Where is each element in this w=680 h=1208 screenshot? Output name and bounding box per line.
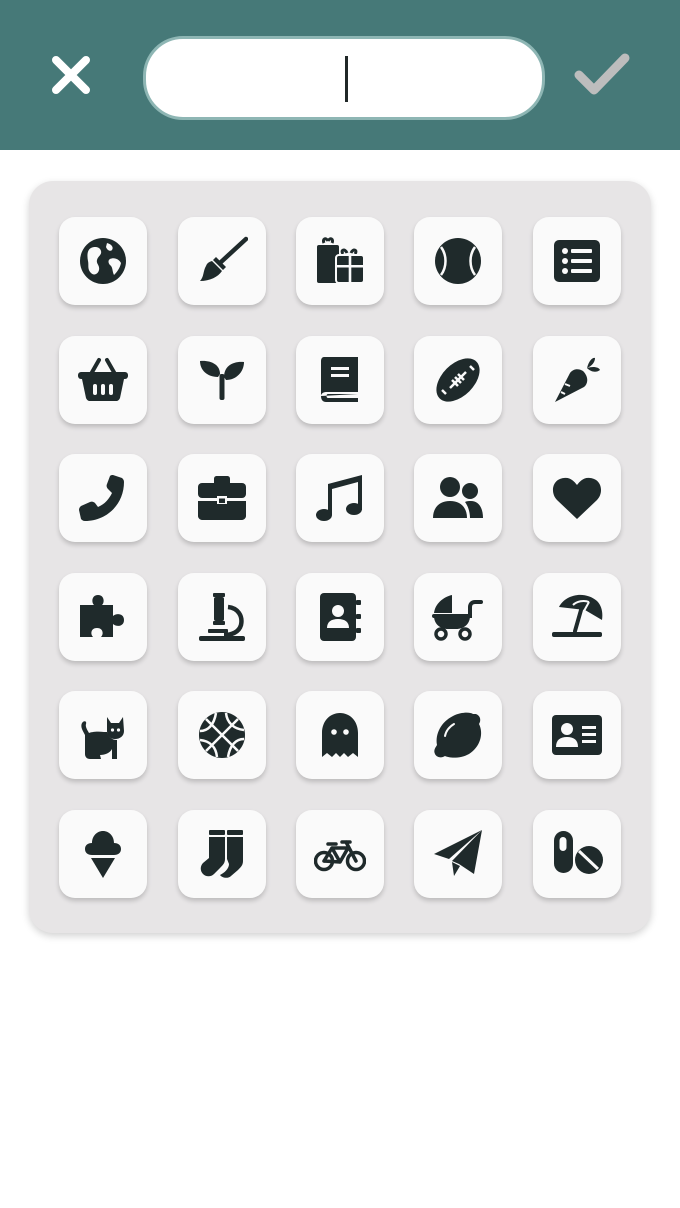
paintbrush-icon <box>200 236 248 281</box>
icon-option-socks[interactable] <box>178 810 266 898</box>
icon-option-beach-umbrella[interactable] <box>533 573 621 661</box>
text-caret <box>345 56 348 102</box>
carrot-icon <box>555 357 600 402</box>
basketball-icon <box>199 712 245 758</box>
icon-option-id-card[interactable] <box>533 691 621 779</box>
icon-option-list[interactable] <box>533 217 621 305</box>
top-bar <box>0 0 680 150</box>
icon-option-seedling[interactable] <box>178 336 266 424</box>
heart-icon <box>552 477 602 519</box>
lemon-icon <box>434 712 482 758</box>
close-icon <box>52 56 90 94</box>
ghost-icon <box>322 713 358 757</box>
basket-icon <box>78 358 128 401</box>
icon-option-puzzle[interactable] <box>59 573 147 661</box>
icon-option-book[interactable] <box>296 336 384 424</box>
icon-option-basketball[interactable] <box>178 691 266 779</box>
socks-icon <box>200 830 243 878</box>
icon-option-heart[interactable] <box>533 454 621 542</box>
icon-option-address-book[interactable] <box>296 573 384 661</box>
baby-carriage-icon <box>432 595 483 641</box>
icon-option-globe[interactable] <box>59 217 147 305</box>
icon-option-gifts[interactable] <box>296 217 384 305</box>
id-card-icon <box>552 715 602 755</box>
icon-option-paper-plane[interactable] <box>414 810 502 898</box>
book-icon <box>321 357 358 402</box>
puzzle-icon <box>80 595 124 637</box>
football-icon <box>436 358 480 402</box>
list-icon <box>554 240 600 282</box>
icon-option-paintbrush[interactable] <box>178 217 266 305</box>
close-button[interactable] <box>46 50 96 100</box>
icon-option-baby-carriage[interactable] <box>414 573 502 661</box>
confirm-button[interactable] <box>570 46 634 102</box>
paper-plane-icon <box>434 830 482 876</box>
search-field[interactable] <box>143 36 545 120</box>
music-icon <box>316 475 362 521</box>
address-book-icon <box>320 593 361 641</box>
globe-icon <box>80 238 126 284</box>
phone-icon <box>79 475 124 521</box>
icon-option-pills[interactable] <box>533 810 621 898</box>
baseball-icon <box>435 238 481 284</box>
icon-option-microscope[interactable] <box>178 573 266 661</box>
microscope-icon <box>199 593 245 641</box>
briefcase-icon <box>198 476 246 520</box>
icon-option-bicycle[interactable] <box>296 810 384 898</box>
icon-option-ghost[interactable] <box>296 691 384 779</box>
beach-umbrella-icon <box>552 594 603 637</box>
icon-option-music[interactable] <box>296 454 384 542</box>
seedling-icon <box>200 360 244 400</box>
search-input[interactable] <box>146 39 542 117</box>
bicycle-icon <box>314 840 366 872</box>
icon-option-baseball[interactable] <box>414 217 502 305</box>
check-icon <box>574 53 630 95</box>
icon-picker-panel <box>29 181 651 933</box>
icon-option-carrot[interactable] <box>533 336 621 424</box>
gifts-icon <box>317 237 365 284</box>
icon-option-user-group[interactable] <box>414 454 502 542</box>
icon-option-briefcase[interactable] <box>178 454 266 542</box>
user-group-icon <box>433 477 483 518</box>
icon-option-ice-cream[interactable] <box>59 810 147 898</box>
ice-cream-icon <box>85 831 121 878</box>
icon-option-lemon[interactable] <box>414 691 502 779</box>
icon-option-football[interactable] <box>414 336 502 424</box>
icon-option-phone[interactable] <box>59 454 147 542</box>
cat-icon <box>81 717 124 759</box>
icon-option-basket[interactable] <box>59 336 147 424</box>
pills-icon <box>554 831 603 874</box>
icon-option-cat[interactable] <box>59 691 147 779</box>
